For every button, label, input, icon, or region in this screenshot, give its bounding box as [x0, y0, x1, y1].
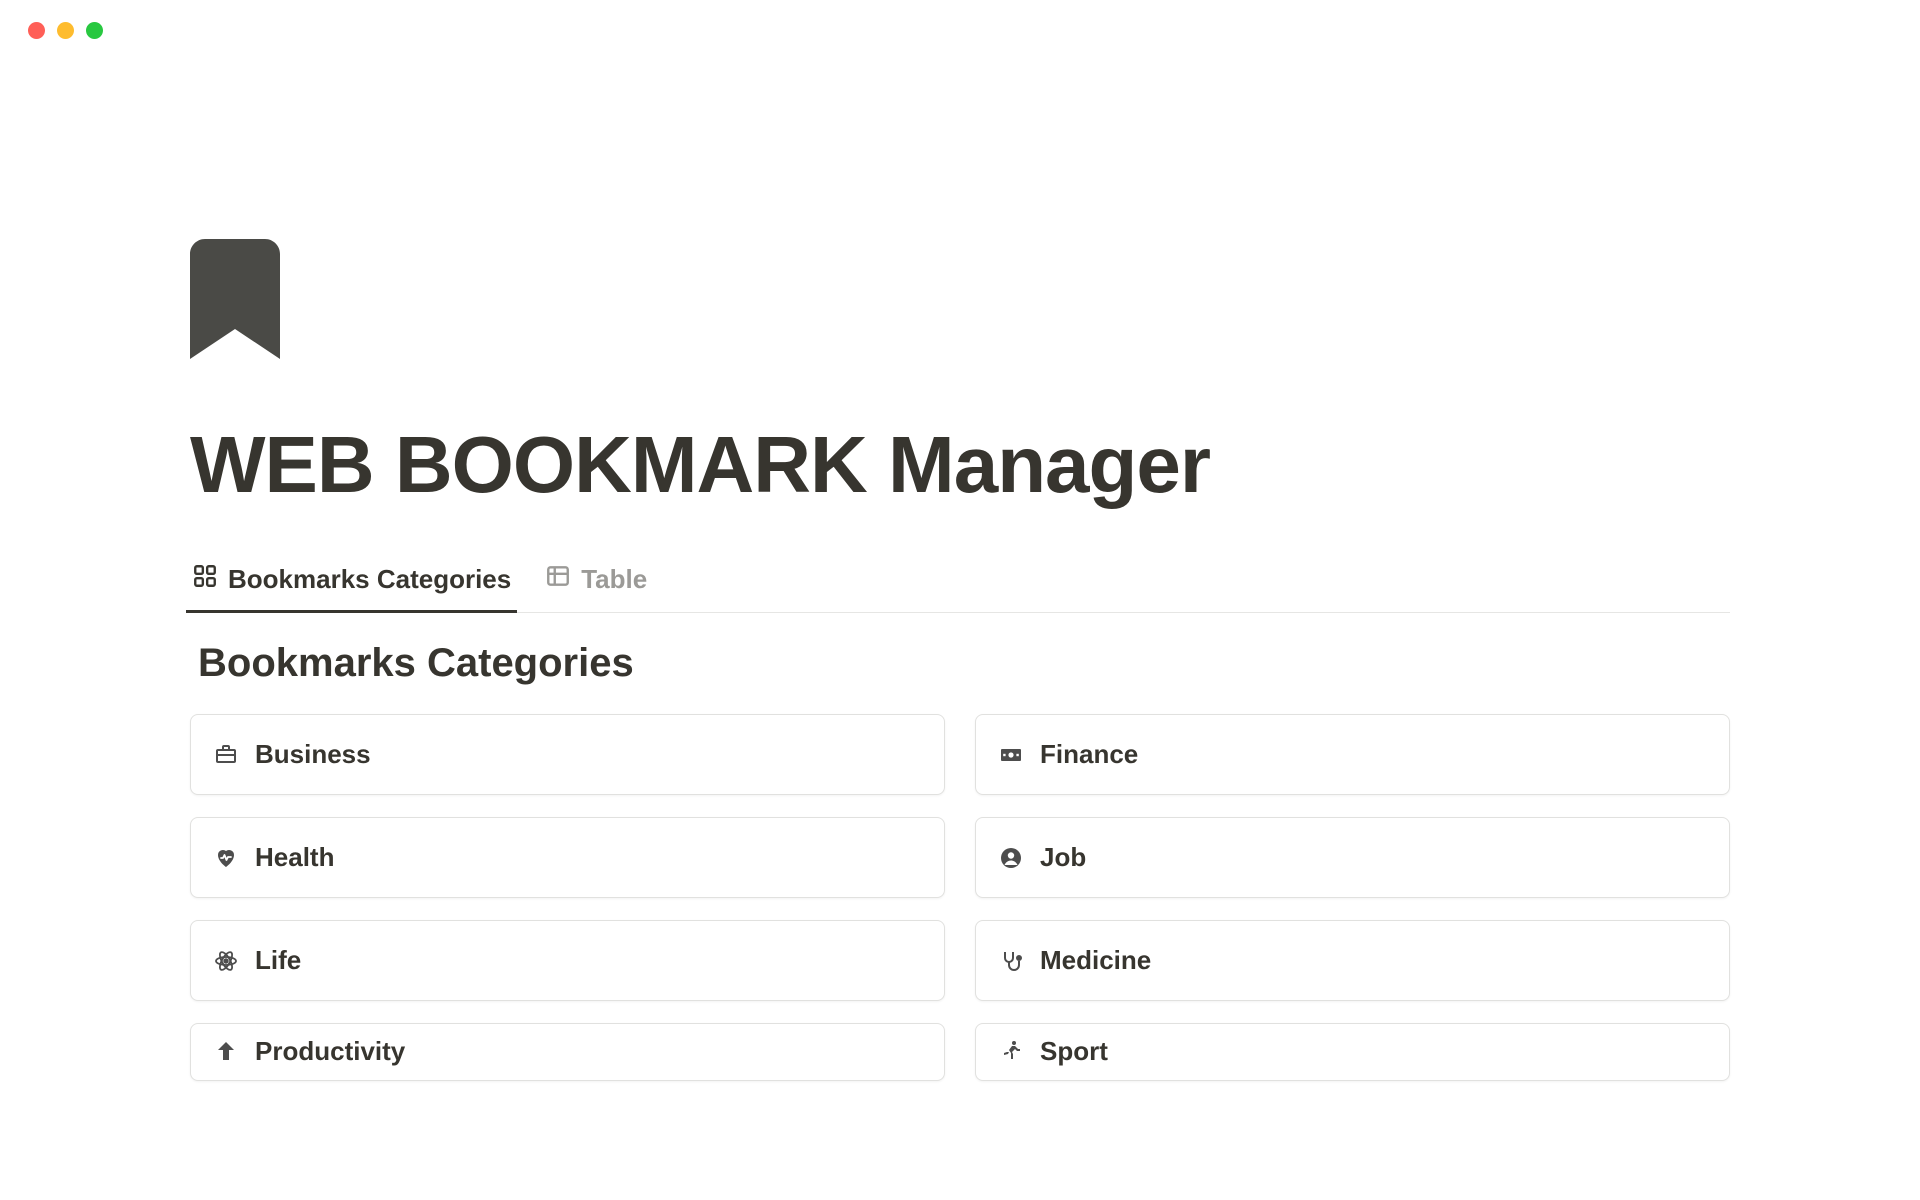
category-card-sport[interactable]: Sport [975, 1023, 1730, 1081]
tab-bookmarks-categories[interactable]: Bookmarks Categories [190, 553, 513, 612]
category-label: Business [255, 739, 371, 770]
category-card-productivity[interactable]: Productivity [190, 1023, 945, 1081]
minimize-window-button[interactable] [57, 22, 74, 39]
category-label: Life [255, 945, 301, 976]
category-card-business[interactable]: Business [190, 714, 945, 795]
briefcase-icon [213, 742, 239, 768]
run-icon [998, 1038, 1024, 1064]
heartbeat-icon [213, 845, 239, 871]
category-card-job[interactable]: Job [975, 817, 1730, 898]
table-icon [545, 563, 571, 596]
category-label: Medicine [1040, 945, 1151, 976]
maximize-window-button[interactable] [86, 22, 103, 39]
category-label: Sport [1040, 1036, 1108, 1067]
tab-label: Table [581, 564, 647, 595]
banknote-icon [998, 742, 1024, 768]
atom-icon [213, 948, 239, 974]
category-label: Health [255, 842, 334, 873]
category-label: Productivity [255, 1036, 405, 1067]
category-gallery: Business Finance Health Job Life [190, 714, 1730, 1081]
category-card-health[interactable]: Health [190, 817, 945, 898]
category-label: Job [1040, 842, 1086, 873]
close-window-button[interactable] [28, 22, 45, 39]
category-label: Finance [1040, 739, 1138, 770]
category-card-life[interactable]: Life [190, 920, 945, 1001]
arrow-up-icon [213, 1038, 239, 1064]
stethoscope-icon [998, 948, 1024, 974]
bookmark-icon [190, 239, 1730, 359]
user-circle-icon [998, 845, 1024, 871]
category-card-medicine[interactable]: Medicine [975, 920, 1730, 1001]
section-title: Bookmarks Categories [190, 641, 1730, 686]
category-card-finance[interactable]: Finance [975, 714, 1730, 795]
view-tabs: Bookmarks Categories Table [190, 553, 1730, 613]
page-title: WEB BOOKMARK Manager [190, 419, 1730, 511]
tab-table[interactable]: Table [543, 553, 649, 612]
gallery-icon [192, 563, 218, 596]
page-content: WEB BOOKMARK Manager Bookmarks Categorie… [0, 39, 1920, 1081]
window-traffic-lights [0, 0, 1920, 39]
tab-label: Bookmarks Categories [228, 564, 511, 595]
